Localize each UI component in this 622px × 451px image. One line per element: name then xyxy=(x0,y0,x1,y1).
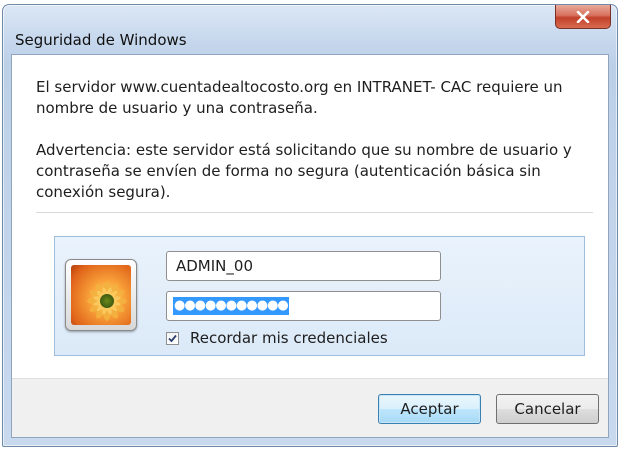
cancel-button[interactable]: Cancelar xyxy=(496,394,599,424)
dialog-body: El servidor www.cuentadealtocosto.org en… xyxy=(11,54,609,438)
remember-checkbox[interactable] xyxy=(166,329,179,347)
title-bar[interactable]: Seguridad de Windows xyxy=(3,5,617,49)
remember-label: Recordar mis credenciales xyxy=(190,329,388,347)
password-mask: ●●●●●●●●●●● xyxy=(173,296,289,315)
check-icon xyxy=(168,329,177,347)
accept-button[interactable]: Aceptar xyxy=(378,394,481,424)
close-icon xyxy=(576,10,590,23)
username-field[interactable]: ADMIN_00 xyxy=(166,251,441,281)
flower-icon xyxy=(71,265,131,325)
password-field[interactable]: ●●●●●●●●●●● xyxy=(166,291,441,321)
server-message: El servidor www.cuentadealtocosto.org en… xyxy=(36,78,563,117)
user-avatar xyxy=(65,259,137,331)
window-title: Seguridad de Windows xyxy=(15,31,187,49)
credential-tile[interactable]: ADMIN_00 ●●●●●●●●●●● Recordar mis creden… xyxy=(54,236,585,356)
security-dialog: Seguridad de Windows El servidor www.cue… xyxy=(2,4,618,447)
close-button[interactable] xyxy=(555,5,611,29)
warning-message: Advertencia: este servidor está solicita… xyxy=(36,141,572,201)
button-bar: Aceptar Cancelar xyxy=(12,378,608,437)
separator xyxy=(36,212,593,213)
remember-credentials[interactable]: Recordar mis credenciales xyxy=(166,328,388,348)
